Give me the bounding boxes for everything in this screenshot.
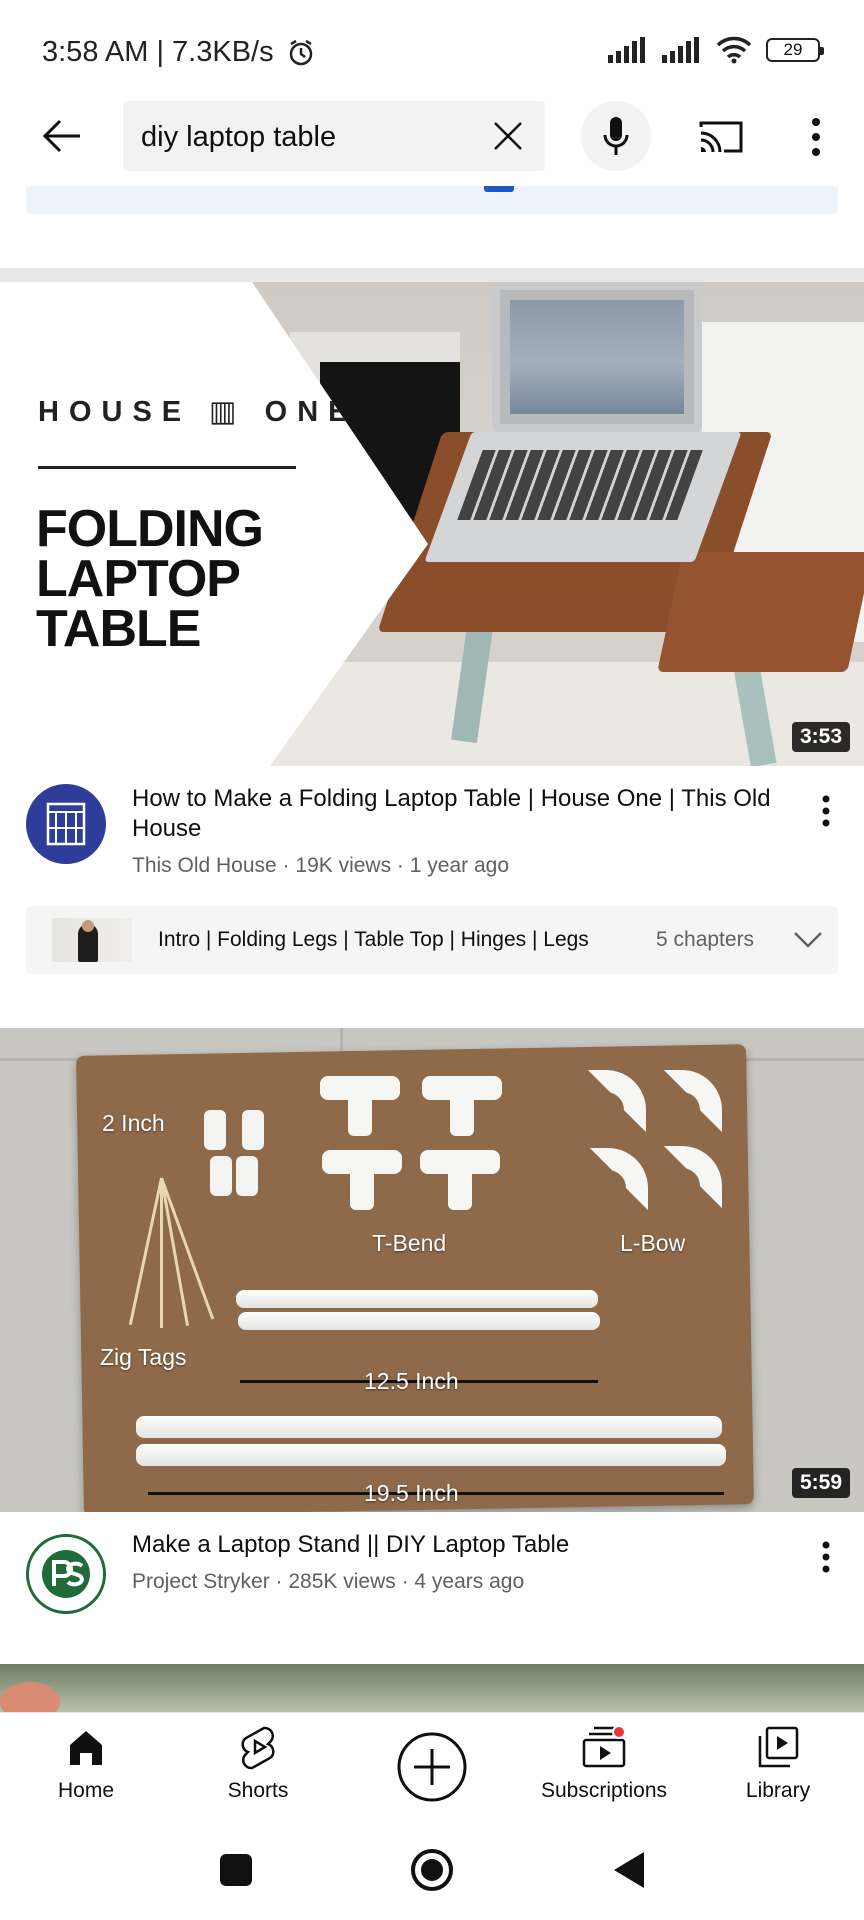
- nav-label: Subscriptions: [540, 1779, 668, 1802]
- pipe-long: [136, 1416, 722, 1438]
- search-query: diy laptop table: [141, 121, 337, 153]
- video-thumbnail[interactable]: 2 Inch T-Bend L-Bow Zig Tags 12.5 Inch 1…: [0, 1028, 864, 1512]
- nav-subscriptions[interactable]: Subscriptions: [524, 1723, 684, 1813]
- photo-label: 12.5 Inch: [364, 1368, 459, 1394]
- nav-home[interactable]: Home: [6, 1723, 166, 1813]
- cast-icon: [699, 121, 743, 153]
- nav-label: Shorts: [227, 1779, 289, 1802]
- video-thumbnail[interactable]: HOUSE ▥ ONE FOLDING LAPTOP TABLE 3:53: [0, 282, 864, 766]
- table-tray-side: [657, 552, 864, 672]
- cast-button[interactable]: [694, 110, 748, 164]
- t-bend-piece: [322, 1150, 402, 1210]
- t-bend-piece: [320, 1076, 400, 1136]
- photo-label: L-Bow: [620, 1230, 686, 1256]
- back-arrow-icon: [42, 119, 80, 153]
- circle-icon: [411, 1849, 453, 1891]
- pipe-piece: [236, 1156, 258, 1196]
- library-icon: [758, 1726, 799, 1768]
- nav-label: Home: [57, 1779, 115, 1802]
- thumbnail-title: FOLDING LAPTOP TABLE: [36, 500, 264, 658]
- pipe-piece: [210, 1156, 232, 1196]
- previous-card-edge: [26, 186, 838, 214]
- photo-label: 19.5 Inch: [364, 1480, 459, 1506]
- laptop-keyboard: [457, 450, 703, 520]
- plus-circle-icon: [397, 1732, 467, 1802]
- bottom-navigation: Home Shorts Subscriptions Library: [0, 1712, 864, 1816]
- laptop-screen: [492, 282, 702, 432]
- video-title[interactable]: Make a Laptop Stand || DIY Laptop Table: [132, 1530, 772, 1560]
- video-title[interactable]: How to Make a Folding Laptop Table | Hou…: [132, 784, 772, 844]
- create-button[interactable]: [396, 1731, 468, 1803]
- back-system-button[interactable]: [604, 1846, 652, 1894]
- home-system-button[interactable]: [408, 1846, 456, 1894]
- video-duration: 3:53: [791, 722, 850, 752]
- chapters-count: 5 chapters: [656, 928, 755, 951]
- pipe-piece: [204, 1110, 226, 1150]
- chapters-bar[interactable]: Intro | Folding Legs | Table Top | Hinge…: [26, 906, 838, 974]
- thumbnail-brand: HOUSE ▥ ONE: [38, 396, 358, 428]
- notification-dot: [612, 1725, 626, 1739]
- divider: [38, 466, 296, 469]
- section-separator: [0, 268, 864, 282]
- video-thumbnail-partial[interactable]: [0, 1664, 864, 1712]
- voice-search-button[interactable]: [581, 101, 651, 171]
- clear-search-button[interactable]: [483, 111, 533, 161]
- recent-apps-button[interactable]: [212, 1846, 260, 1894]
- previous-card-marker: [484, 186, 514, 192]
- pipe-piece: [242, 1110, 264, 1150]
- nav-library[interactable]: Library: [698, 1723, 858, 1813]
- more-vert-icon: [822, 1541, 830, 1573]
- search-header: diy laptop table: [0, 100, 864, 172]
- status-time: 3:58 AM | 7.3KB/s: [42, 36, 274, 68]
- channel-avatar[interactable]: [26, 784, 106, 864]
- signal-icon: [608, 37, 645, 63]
- chapter-thumbnail: [52, 918, 132, 962]
- back-button[interactable]: [36, 110, 88, 162]
- status-bar: 3:58 AM | 7.3KB/s 29: [0, 0, 864, 100]
- battery-level: 29: [783, 40, 803, 59]
- battery-icon: 29: [766, 38, 824, 62]
- more-vert-icon: [812, 118, 820, 156]
- clear-icon: [494, 122, 522, 150]
- square-icon: [220, 1854, 252, 1886]
- chapters-list: Intro | Folding Legs | Table Top | Hinge…: [158, 928, 589, 951]
- pipe-long: [238, 1312, 600, 1330]
- chevron-down-icon: [794, 932, 822, 948]
- video-duration: 5:59: [791, 1468, 850, 1498]
- shorts-icon: [241, 1726, 275, 1770]
- photo-label: Zig Tags: [100, 1344, 187, 1370]
- nav-label: Library: [745, 1779, 811, 1802]
- signal-icon: [662, 37, 699, 63]
- more-options-button[interactable]: [796, 110, 836, 164]
- system-navigation: [0, 1816, 864, 1920]
- nav-shorts[interactable]: Shorts: [178, 1723, 338, 1813]
- channel-avatar[interactable]: [26, 1534, 106, 1614]
- expand-chapters-button[interactable]: [790, 922, 826, 958]
- project-stryker-logo-icon: [42, 1550, 90, 1598]
- microphone-icon: [603, 117, 629, 155]
- wifi-icon: [716, 36, 752, 64]
- home-icon: [70, 1731, 102, 1765]
- photo-label: 2 Inch: [102, 1110, 165, 1136]
- zip-tags: [120, 1177, 215, 1328]
- more-vert-icon: [822, 795, 830, 827]
- photo-label: T-Bend: [372, 1230, 447, 1256]
- pipe-long: [136, 1444, 726, 1466]
- pipe-long: [236, 1290, 598, 1308]
- t-bend-piece: [420, 1150, 500, 1210]
- alarm-icon: [289, 39, 313, 66]
- triangle-back-icon: [614, 1852, 644, 1888]
- t-bend-piece: [422, 1076, 502, 1136]
- video-channel-meta: Project Stryker · 285K views · 4 years a…: [132, 1570, 525, 1593]
- video-more-button[interactable]: [808, 1532, 844, 1582]
- house-icon: [46, 802, 86, 846]
- video-channel-meta: This Old House · 19K views · 1 year ago: [132, 854, 509, 877]
- search-input[interactable]: diy laptop table: [123, 101, 545, 171]
- video-more-button[interactable]: [808, 786, 844, 836]
